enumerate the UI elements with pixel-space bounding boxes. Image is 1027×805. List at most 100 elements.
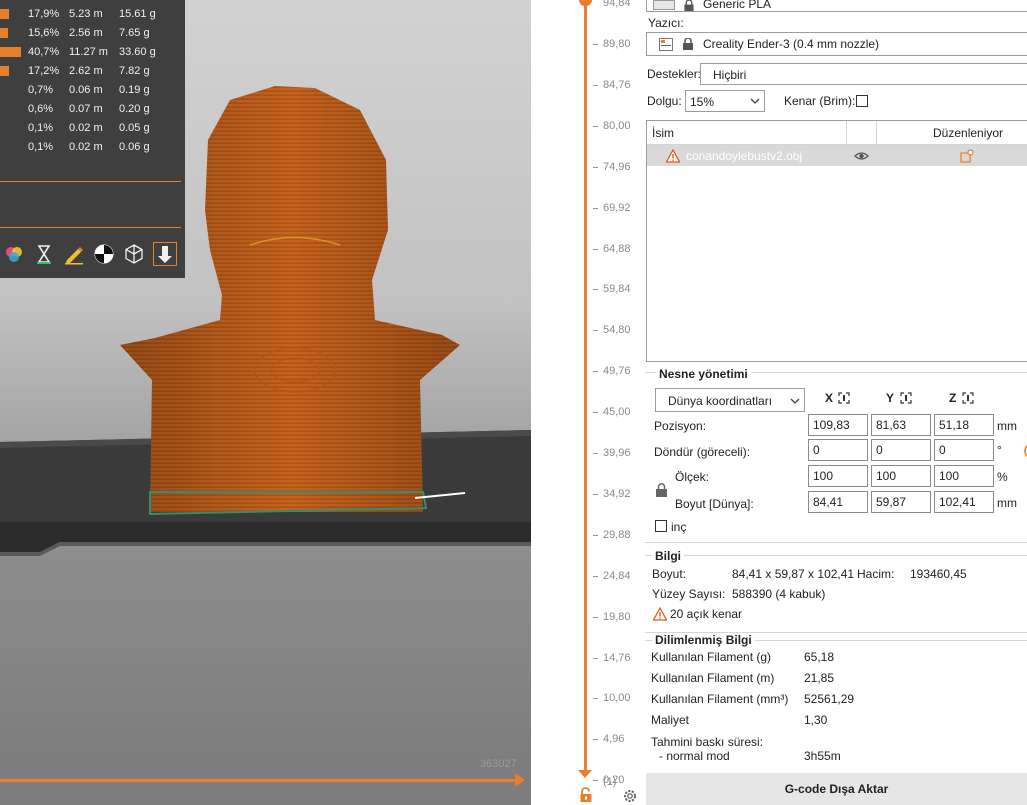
inch-checkbox[interactable] (655, 520, 667, 532)
gear-icon[interactable] (622, 788, 638, 804)
rotate-z-input[interactable]: 0 (934, 439, 994, 461)
printer-name: Creality Ender-3 (0.4 mm nozzle) (703, 37, 880, 51)
legend-weight: 15.61 g (119, 8, 156, 20)
size-z-input[interactable]: 102,41 (934, 491, 994, 513)
inch-label: inç (671, 520, 687, 534)
layer-height-label: 74,96 (603, 161, 631, 173)
chevron-down-icon (750, 98, 760, 104)
legend-row: 17,2% 2.62 m 7.82 g (0, 62, 185, 81)
print-time-label: Tahmini baskı süresi: (651, 735, 764, 749)
layer-tick (593, 208, 598, 209)
scale-y-input[interactable]: 100 (871, 465, 931, 487)
filament-mm3-label: Kullanılan Filament (mm³) (651, 692, 789, 706)
legend-length: 0.07 m (69, 103, 103, 115)
filament-combo[interactable]: Generic PLA (646, 0, 1027, 12)
axis-y-icon (900, 392, 912, 404)
coordinate-system-value: Dünya koordinatları (668, 394, 773, 408)
horizontal-slider-thumb[interactable] (515, 773, 525, 787)
group-border (645, 555, 1027, 556)
hourglass-icon[interactable] (32, 242, 56, 266)
infill-combo[interactable]: 15% (685, 90, 765, 112)
layer-slider[interactable] (584, 0, 587, 776)
layer-height-label: 80,00 (603, 120, 631, 132)
legend-row: 0,6% 0.07 m 0.20 g (0, 100, 185, 119)
support-combo[interactable]: Hiçbiri (700, 63, 1027, 85)
axis-x-icon (838, 392, 850, 404)
rotate-y-input[interactable]: 0 (871, 439, 931, 461)
position-x-input[interactable]: 109,83 (808, 414, 868, 436)
position-label: Pozisyon: (654, 419, 707, 433)
position-z-input[interactable]: 51,18 (934, 414, 994, 436)
filament-g-label: Kullanılan Filament (g) (651, 650, 772, 664)
size-y-input[interactable]: 59,87 (871, 491, 931, 513)
layer-tick (593, 371, 598, 372)
reset-arrow-icon[interactable] (1021, 444, 1027, 458)
lock-icon[interactable] (655, 483, 668, 497)
legend-bar (0, 47, 21, 57)
legend-weight: 0.06 g (119, 141, 150, 153)
normal-mode-value: 3h55m (804, 749, 841, 763)
horizontal-move-slider[interactable] (0, 779, 518, 782)
eye-icon[interactable] (854, 151, 869, 161)
layer-tick (593, 780, 598, 781)
layer-tick (593, 44, 598, 45)
legend-percent: 0,6% (28, 103, 54, 115)
layer-height-label: 24,84 (603, 570, 631, 582)
legend-percent: 40,7% (28, 46, 60, 58)
object-list[interactable]: İsim Düzenleniyor conandoylebustv2.obj (646, 120, 1027, 362)
color-palette-icon[interactable] (2, 242, 26, 266)
filament-g-value: 65,18 (804, 650, 835, 664)
wireframe-cube-icon[interactable] (122, 242, 146, 266)
export-gcode-button[interactable]: G-code Dışa Aktar (646, 773, 1027, 805)
layer-tick (593, 535, 598, 536)
legend-length: 5.23 m (69, 8, 103, 20)
axis-y-label: Y (886, 391, 895, 405)
layer-tick (593, 698, 598, 699)
checker-icon[interactable] (92, 242, 116, 266)
layer-tick (593, 658, 598, 659)
legend-length: 0.02 m (69, 141, 103, 153)
rotate-x-input[interactable]: 0 (808, 439, 868, 461)
position-y-input[interactable]: 81,63 (871, 414, 931, 436)
pencil-icon[interactable] (62, 242, 86, 266)
edit-settings-icon[interactable] (960, 149, 974, 163)
legend-separator (0, 227, 181, 228)
column-name[interactable]: İsim (652, 126, 674, 140)
legend-length: 0.06 m (69, 84, 103, 96)
layer-slider-bottom-thumb[interactable] (578, 770, 592, 778)
layer-height-label: 89,80 (603, 38, 631, 50)
layer-height-label: 19,80 (603, 611, 631, 623)
filament-m-label: Kullanılan Filament (m) (651, 671, 775, 685)
layer-height-label: 69,92 (603, 202, 631, 214)
scale-z-input[interactable]: 100 (934, 465, 994, 487)
lock-icon (684, 0, 694, 11)
layer-tick (593, 412, 598, 413)
legend-weight: 0.19 g (119, 84, 150, 96)
printer-combo[interactable]: Creality Ender-3 (0.4 mm nozzle) (646, 32, 1027, 56)
legend-bar (0, 66, 9, 76)
scale-x-input[interactable]: 100 (808, 465, 868, 487)
legend-row: 17,9% 5.23 m 15.61 g (0, 5, 185, 24)
export-arrow-icon[interactable] (153, 242, 177, 266)
size-unit: mm (997, 496, 1017, 510)
brim-checkbox[interactable] (856, 95, 868, 107)
column-editing[interactable]: Düzenleniyor (933, 126, 1003, 140)
object-row[interactable]: conandoylebustv2.obj (647, 145, 1027, 166)
layer-height-label: 49,76 (603, 365, 631, 377)
sliced-info-title: Dilimlenmiş Bilgi (652, 633, 755, 647)
lowest-layer-label: (1) (603, 776, 617, 788)
column-divider (846, 121, 847, 144)
layer-height-label: 10,00 (603, 692, 631, 704)
unlock-icon[interactable] (578, 787, 594, 803)
axis-z-label: Z (949, 391, 957, 405)
legend-weight: 0.20 g (119, 103, 150, 115)
cost-label: Maliyet (651, 713, 690, 727)
coordinate-system-combo[interactable]: Dünya koordinatları (655, 388, 805, 412)
axis-x-label: X (825, 391, 834, 405)
filament-name: Generic PLA (703, 0, 772, 11)
printer-label: Yazıcı: (648, 16, 684, 30)
3d-viewport[interactable]: 17,9% 5.23 m 15.61 g 15,6% 2.56 m 7.65 g 40,7%… (0, 0, 531, 805)
brim-label: Kenar (Brim): (784, 94, 856, 108)
size-x-input[interactable]: 84,41 (808, 491, 868, 513)
layer-height-label: 39,96 (603, 447, 631, 459)
